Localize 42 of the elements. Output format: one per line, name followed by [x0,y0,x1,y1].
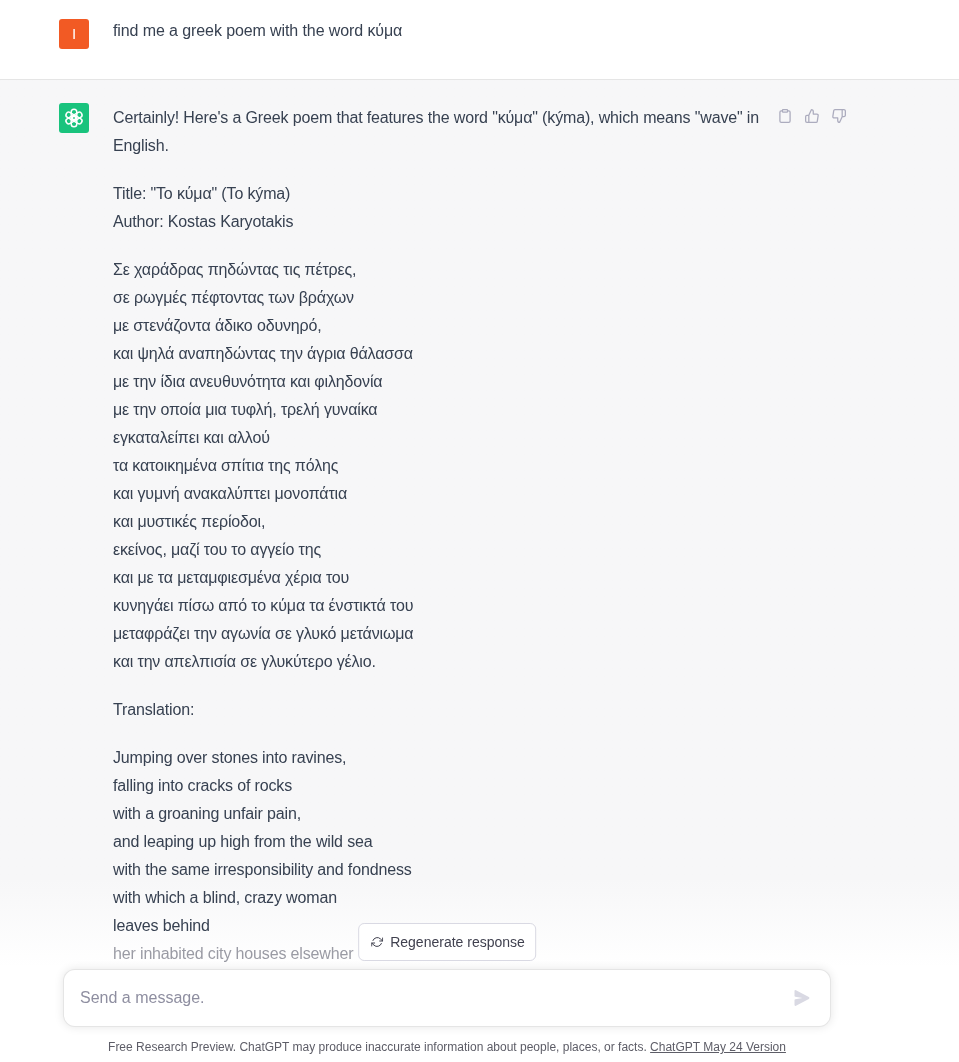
thumbs-down-icon [832,109,846,123]
poem-line: μεταφράζει την αγωνία σε γλυκό μετάνιωμα [113,624,414,644]
poem-info-line: Title: "Το κύμα" (To kýma) [113,184,291,204]
poem-line: και ψηλά αναπηδώντας την άγρια θάλασσα [113,344,413,364]
send-icon [794,990,810,1006]
translation-line: with which a blind, crazy woman [113,888,337,908]
poem-line: σε ρωγμές πέφτοντας των βράχων [113,288,354,308]
poem-line: και την απελπισία σε γλυκύτερο γέλιο. [113,652,376,672]
translation-line: with the same irresponsibility and fondness [113,860,412,880]
user-message: find me a greek poem with the word κύμα [113,21,403,41]
poem-line: κυνηγάει πίσω από το κύμα τα ένστικτά του [113,596,414,616]
version-link[interactable]: ChatGPT May 24 Version [650,1040,786,1054]
thumbs-down-button[interactable] [830,107,848,125]
poem-line: με στενάζοντα άδικο οδυνηρό, [113,316,322,336]
poem-line: εγκαταλείπει και αλλού [113,428,270,448]
intro-text: Certainly! Here's a Greek poem that features the word "κύμα" (kýma), which means "wave" in English. [113,108,760,156]
poem-info-line: Author: Kostas Karyotakis [113,212,294,232]
section-heading: Translation: [113,700,195,720]
poem-line: και γυμνή ανακαλύπτει μονοπάτια [113,484,348,504]
user-avatar: I [59,19,89,49]
message-input[interactable]: Send a message. [63,969,831,1027]
translation-line: her inhabited city houses elsewher [113,944,354,964]
translation-line: with a groaning unfair pain, [113,804,301,824]
thumbs-up-icon [805,109,819,123]
translation-line: leaves behind [113,916,210,936]
poem-line: και με τα μεταμφιεσμένα χέρια του [113,568,350,588]
poem-line: με την ίδια ανευθυνότητα και φιληδονία [113,372,383,392]
clipboard-icon [778,109,792,123]
poem-line: Σε χαράδρας πηδώντας τις πέτρες, [113,260,357,280]
poem-line: τα κατοικημένα σπίτια της πόλης [113,456,339,476]
copy-button[interactable] [776,107,794,125]
translation-line: Jumping over stones into ravines, [113,748,347,768]
translation-line: and leaping up high from the wild sea [113,832,373,852]
refresh-icon [371,936,384,948]
thumbs-up-button[interactable] [803,107,821,125]
poem-line: και μυστικές περίοδοι, [113,512,266,532]
translation-line: falling into cracks of rocks [113,776,292,796]
assistant-avatar-icon [59,103,89,133]
disclaimer-text: Free Research Preview. ChatGPT may produce inaccurate information about people, places, or facts. ChatGPT May 24 Version [108,1039,786,1055]
poem-line: με την οποία μια τυφλή, τρελή γυναίκα [113,400,378,420]
regenerate-button[interactable]: Regenerate response [358,923,536,961]
poem-line: εκείνος, μαζί του το αγγείο της [113,540,322,560]
